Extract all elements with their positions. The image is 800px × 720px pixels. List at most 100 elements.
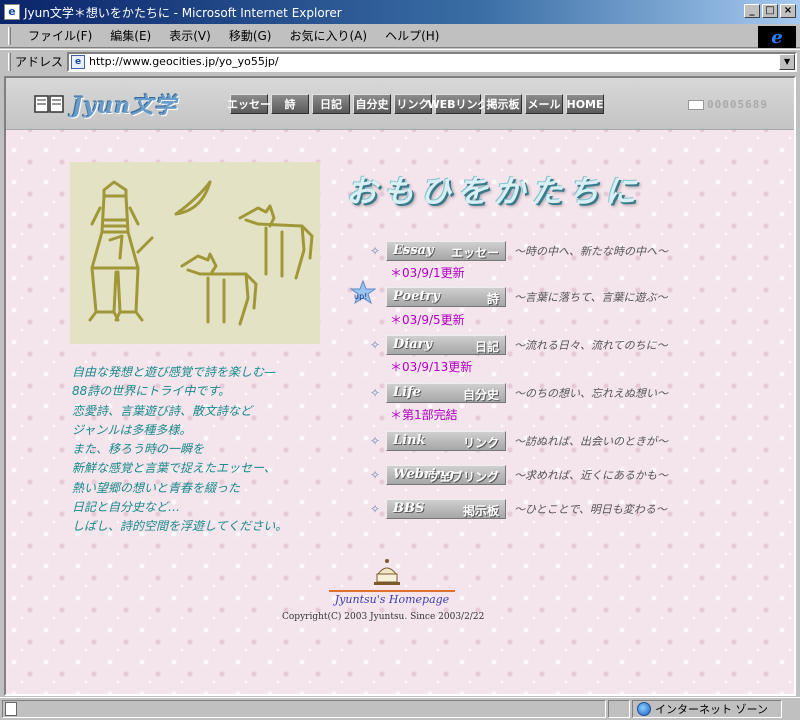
sparkle-icon: ✧ xyxy=(370,502,381,516)
section-jp-label: エッセー xyxy=(450,246,499,260)
intro-line: また、移ろう時の一瞬を xyxy=(72,442,205,457)
section-poetry[interactable]: up! Poetry 詩 ～言葉に落ちて、言葉に遊ぶ～ xyxy=(350,280,702,308)
minimize-button[interactable]: _ xyxy=(744,4,760,18)
menu-view[interactable]: 表示(V) xyxy=(160,25,220,46)
intro-line: 88詩の世界にトライ中です。 xyxy=(72,384,231,399)
sparkle-icon: ✧ xyxy=(370,338,381,352)
section-description: ～のちの想い、忘れえぬ想い～ xyxy=(514,387,668,400)
intro-line: 日記と自分史など… xyxy=(72,500,181,515)
section-webring[interactable]: ✧ Webring ウェブリング ～求めれば、近くにあるかも～ xyxy=(362,464,702,486)
address-field[interactable]: e ▼ xyxy=(67,51,798,72)
section-en-label: Life xyxy=(393,385,421,400)
address-input[interactable] xyxy=(89,55,770,68)
update-note: ＊03/9/1更新 xyxy=(390,266,465,280)
ie-page-icon: e xyxy=(4,4,20,20)
sparkle-icon: ✧ xyxy=(370,468,381,482)
counter-icon xyxy=(688,99,705,110)
section-bbs[interactable]: ✧ BBS 掲示板 ～ひとことで、明日も変わる～ xyxy=(362,498,702,520)
status-text-pane xyxy=(2,700,606,718)
intro-line: しばし、詩的空間を浮遊してください。 xyxy=(72,519,288,534)
homepage-link[interactable]: Jyuntsu's Homepage xyxy=(329,590,455,606)
section-button[interactable]: Life 自分史 xyxy=(386,383,506,403)
up-badge-text: up! xyxy=(354,292,367,301)
intro-line: 熱い望郷の想いと青春を綴った xyxy=(72,480,241,495)
security-zone-pane: インターネット ゾーン xyxy=(632,700,782,718)
nav-essay[interactable]: エッセー xyxy=(227,94,271,114)
open-book-icon xyxy=(34,95,64,113)
section-jp-label: 自分史 xyxy=(462,388,499,402)
house-icon[interactable] xyxy=(372,558,402,586)
menu-file[interactable]: ファイル(F) xyxy=(19,25,101,46)
update-note: ＊03/9/5更新 xyxy=(390,313,465,327)
section-en-label: Essay xyxy=(393,243,434,258)
document-icon xyxy=(5,702,17,716)
address-label: アドレス xyxy=(15,55,64,69)
section-essay[interactable]: ✧ Essay エッセー ～時の中へ、新たな時の中へ～ xyxy=(362,240,702,262)
section-description: ～流れる日々、流れてのちに～ xyxy=(514,339,668,352)
globe-icon xyxy=(637,702,651,716)
menu-go[interactable]: 移動(G) xyxy=(220,25,281,46)
menu-help[interactable]: ヘルプ(H) xyxy=(376,25,448,46)
section-description: ～ひとことで、明日も変わる～ xyxy=(514,503,667,516)
section-link[interactable]: ✧ Link リンク ～訪ぬれば、出会いのときが～ xyxy=(362,430,702,452)
zone-label: インターネット ゾーン xyxy=(655,703,768,716)
maximize-button[interactable]: □ xyxy=(762,4,778,18)
section-button[interactable]: Webring ウェブリング xyxy=(386,465,506,485)
section-en-label: BBS xyxy=(393,501,425,516)
intro-line: 恋愛詩、言葉遊び詩、散文詩など xyxy=(72,403,253,418)
section-button[interactable]: Essay エッセー xyxy=(386,241,506,261)
nav-autobiography[interactable]: 自分史 xyxy=(353,94,391,114)
address-bar: アドレス e ▼ xyxy=(0,49,800,73)
nav-poetry[interactable]: 詩 xyxy=(271,94,309,114)
section-description: ～求めれば、近くにあるかも～ xyxy=(514,469,668,482)
copyright-text: Copyright(C) 2003 Jyuntsu. Since 2003/2/… xyxy=(282,612,485,622)
ie-logo-icon: e xyxy=(758,26,796,48)
section-button[interactable]: Diary 日記 xyxy=(386,335,506,355)
title-bar: e Jyun文学＊想いをかたちに - Microsoft Internet Ex… xyxy=(0,0,800,24)
menu-edit[interactable]: 編集(E) xyxy=(101,25,160,46)
menu-favorites[interactable]: お気に入り(A) xyxy=(280,25,376,46)
intro-line: 新鮮な感覚と言葉で捉えたエッセー、 xyxy=(72,461,276,476)
section-life[interactable]: ✧ Life 自分史 ～のちの想い、忘れえぬ想い～ xyxy=(362,382,702,404)
toolbar-grip[interactable] xyxy=(8,52,11,71)
section-description: ～訪ぬれば、出会いのときが～ xyxy=(514,435,668,448)
section-diary[interactable]: ✧ Diary 日記 ～流れる日々、流れてのちに～ xyxy=(362,334,702,356)
section-jp-label: 詩 xyxy=(486,292,499,306)
toolbar-grip[interactable] xyxy=(8,26,11,45)
section-en-label: Link xyxy=(393,433,426,448)
page-icon: e xyxy=(71,54,86,69)
intro-text: 自由な発想と遊び感覚で詩を楽しむ— 88詩の世界にトライ中です。 恋愛詩、言葉遊… xyxy=(72,363,332,537)
section-button[interactable]: Poetry 詩 xyxy=(386,287,506,307)
close-button[interactable]: × xyxy=(780,4,796,18)
nav-links[interactable]: リンク xyxy=(394,94,432,114)
illustration-image xyxy=(70,162,320,344)
section-description: ～時の中へ、新たな時の中へ～ xyxy=(514,245,668,258)
address-dropdown-button[interactable]: ▼ xyxy=(779,53,796,70)
page-heading: おもひをかたちに xyxy=(346,174,642,210)
intro-line: 自由な発想と遊び感覚で詩を楽しむ— xyxy=(72,365,277,379)
section-button[interactable]: BBS 掲示板 xyxy=(386,499,506,519)
access-counter: 00005689 xyxy=(688,98,768,111)
section-en-label: Poetry xyxy=(393,289,440,304)
nav-diary[interactable]: 日記 xyxy=(312,94,350,114)
counter-value: 00005689 xyxy=(707,98,768,111)
site-header: Jyun文学 エッセー 詩 日記 自分史 リンク WEBリング 掲示板 メール … xyxy=(6,78,794,130)
nav-webring[interactable]: WEBリング xyxy=(427,94,489,114)
section-description: ～言葉に落ちて、言葉に遊ぶ～ xyxy=(514,291,668,304)
section-jp-label: 掲示板 xyxy=(462,504,499,518)
section-button[interactable]: Link リンク xyxy=(386,431,506,451)
section-en-label: Diary xyxy=(393,337,433,352)
sparkle-icon: ✧ xyxy=(370,434,381,448)
nav-bar: エッセー 詩 日記 自分史 リンク WEBリング 掲示板 メール HOME xyxy=(227,94,604,114)
section-jp-label: リンク xyxy=(462,436,499,450)
site-logo[interactable]: Jyun文学 xyxy=(72,88,177,120)
menu-bar: ファイル(F) 編集(E) 表示(V) 移動(G) お気に入り(A) ヘルプ(H… xyxy=(0,24,800,48)
update-note: ＊03/9/13更新 xyxy=(390,360,473,374)
nav-mail[interactable]: メール xyxy=(525,94,563,114)
status-bar: インターネット ゾーン xyxy=(0,697,800,720)
section-jp-label: ウェブリング xyxy=(426,470,499,484)
nav-bbs[interactable]: 掲示板 xyxy=(484,94,522,114)
nav-home[interactable]: HOME xyxy=(566,94,604,114)
window-title: Jyun文学＊想いをかたちに - Microsoft Internet Expl… xyxy=(24,5,342,20)
sparkle-icon: ✧ xyxy=(370,386,381,400)
